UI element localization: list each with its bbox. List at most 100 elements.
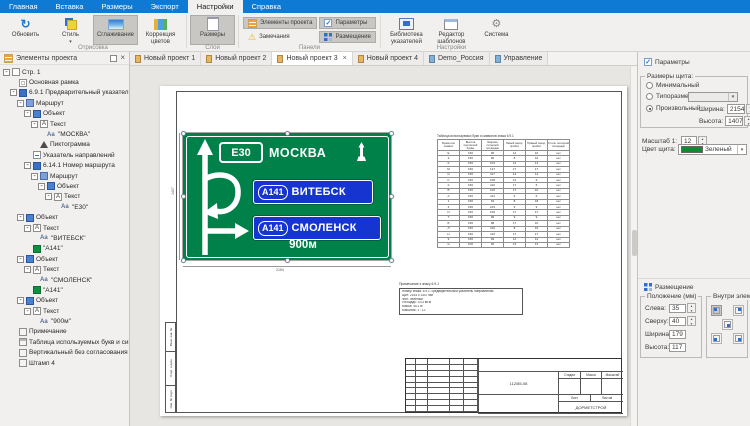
height-spinner[interactable]: ▴ ▾ (744, 116, 750, 126)
selection-handle[interactable] (180, 194, 186, 199)
document-tab-1[interactable]: Новый проект 1 (130, 52, 202, 65)
close-icon[interactable]: × (120, 54, 125, 62)
dimensions-layer-button[interactable]: Размеры (190, 15, 235, 45)
menu-tab-6[interactable]: Справка (243, 0, 290, 13)
expander-icon[interactable]: - (24, 307, 31, 315)
selection-handle[interactable] (284, 257, 290, 263)
tree-item[interactable]: "А141" (0, 285, 129, 295)
tree-item[interactable]: - А Текст (0, 306, 129, 316)
tree-item[interactable]: - Маршрут (0, 171, 129, 181)
radio-custom[interactable]: Произвольный (646, 105, 700, 112)
document-tab-3[interactable]: Новый проект 3 × (272, 52, 353, 65)
width-spinner[interactable]: ▴ ▾ (745, 104, 750, 114)
tree-item[interactable]: Указатель направлений (0, 150, 129, 160)
expander-icon[interactable]: - (17, 99, 24, 107)
expander-icon[interactable]: - (38, 182, 45, 190)
tree-item[interactable]: Аа "СМОЛЕНСК" (0, 275, 129, 285)
expander-icon[interactable]: - (24, 110, 31, 118)
parameters-toggle[interactable]: ✓ Параметры (319, 17, 376, 29)
tree-item[interactable]: Примечание (0, 327, 129, 337)
tree-item[interactable]: - Объект (0, 181, 129, 191)
radio-typesize[interactable]: Типоразмер (646, 93, 692, 100)
align-center-button[interactable] (722, 319, 733, 330)
tree-item[interactable]: Аа "900м" (0, 316, 129, 326)
document-tab-5[interactable]: Demo_Россия (423, 52, 490, 65)
typesize-combobox[interactable]: ▾ (688, 92, 738, 102)
tree-item[interactable]: - 6.9.1 Предварительный указатель направл… (0, 88, 129, 98)
tree-item[interactable]: - Объект (0, 254, 129, 264)
tree-item[interactable]: Основная рамка (0, 77, 129, 87)
expander-icon[interactable]: - (17, 297, 24, 305)
tree-item[interactable]: Таблица используемых букв и символов зна… (0, 337, 129, 347)
expander-icon[interactable]: - (24, 162, 31, 170)
expander-icon[interactable]: - (24, 224, 31, 232)
remarks-toggle[interactable]: ⚠ Замечания (243, 31, 317, 43)
checkbox-icon[interactable]: ✓ (644, 58, 652, 66)
expander-icon[interactable]: - (17, 214, 24, 222)
position-input[interactable]: 35 (669, 303, 686, 313)
tree-item[interactable]: - 6.14.1 Номер маршрута (0, 161, 129, 171)
tree-item[interactable]: Пиктограмма (0, 140, 129, 150)
width-input[interactable]: 2154 (726, 104, 745, 114)
radio-minimal[interactable]: Минимальный (646, 82, 699, 89)
canvas-vertical-scrollbar[interactable] (630, 66, 637, 426)
project-elements-toggle[interactable]: Элементы проекта (243, 17, 318, 29)
selection-handle[interactable] (388, 130, 394, 136)
selection-handle[interactable] (388, 194, 394, 199)
spin-down-icon[interactable]: ▾ (688, 309, 695, 314)
tree-item[interactable]: Штамп 4 (0, 358, 129, 368)
expander-icon[interactable]: - (3, 68, 10, 76)
tree-item[interactable]: - А Текст (0, 119, 129, 129)
tree-item[interactable]: Аа "Е30" (0, 202, 129, 212)
tree-item[interactable]: - А Текст (0, 192, 129, 202)
height-input[interactable]: 1407 (725, 116, 744, 126)
expander-icon[interactable]: - (45, 193, 52, 201)
position-input[interactable]: 40 (669, 316, 686, 326)
tree-item[interactable]: - Объект (0, 296, 129, 306)
menu-tab-1[interactable]: Главная (0, 0, 47, 13)
align-top-right-button[interactable] (733, 305, 744, 316)
selection-handle[interactable] (180, 130, 186, 136)
placement-toggle[interactable]: Размещение (319, 31, 376, 43)
spin-down-icon[interactable]: ▾ (688, 322, 695, 327)
style-button[interactable]: Стиль ▾ (48, 15, 93, 46)
tree-item[interactable]: - Стр. 1 (0, 67, 129, 77)
template-editor-button[interactable]: Редактор шаблонов (429, 15, 474, 46)
expander-icon[interactable]: - (31, 120, 38, 128)
expander-icon[interactable]: - (31, 172, 38, 180)
spinner[interactable]: ▴ ▾ (687, 303, 696, 313)
position-input[interactable]: 117 (669, 342, 686, 352)
tree-item[interactable]: - Объект (0, 109, 129, 119)
selection-handle[interactable] (284, 130, 290, 136)
selection-handle[interactable] (180, 257, 186, 263)
tree-item[interactable]: - Объект (0, 212, 129, 222)
selection-handle[interactable] (388, 257, 394, 263)
tree-item[interactable]: - Маршрут (0, 98, 129, 108)
tree-item[interactable]: Вертикальный без согласования (0, 348, 129, 358)
expander-icon[interactable]: - (10, 89, 17, 97)
tree-item[interactable]: - А Текст (0, 264, 129, 274)
road-sign[interactable]: Е30 МОСКВА А141 ВИТЕБСК А141 СМОЛЕНСК 90… (183, 133, 391, 260)
menu-tab-3[interactable]: Размеры (92, 0, 141, 13)
align-top-left-button[interactable] (711, 305, 722, 316)
align-bottom-left-button[interactable] (711, 333, 722, 344)
tree-item[interactable]: "А141" (0, 244, 129, 254)
spin-down-icon[interactable]: ▾ (745, 122, 750, 127)
tree-item[interactable]: Аа "МОСКВА" (0, 129, 129, 139)
tree-item[interactable]: - А Текст (0, 223, 129, 233)
pin-icon[interactable] (110, 54, 118, 62)
document-tab-6[interactable]: Управление (489, 52, 549, 65)
refresh-button[interactable]: ↻ Обновить (3, 15, 48, 45)
smoothing-button[interactable]: Сглаживание (93, 15, 138, 45)
position-input[interactable]: 179 (669, 329, 686, 339)
system-button[interactable]: ⚙ Система (474, 15, 519, 45)
document-tab-4[interactable]: Новый проект 4 (352, 52, 424, 65)
tree-item[interactable]: Аа "ВИТЕБСК" (0, 233, 129, 243)
align-bottom-right-button[interactable] (733, 333, 744, 344)
shield-color-combobox[interactable]: Зеленый ▾ (678, 144, 747, 155)
sign-library-button[interactable]: Библиотека указателей (384, 15, 429, 46)
expander-icon[interactable]: - (17, 255, 24, 263)
document-tab-2[interactable]: Новый проект 2 (201, 52, 273, 65)
color-correction-button[interactable]: Коррекция цветов (138, 15, 183, 46)
menu-tab-2[interactable]: Вставка (47, 0, 93, 13)
